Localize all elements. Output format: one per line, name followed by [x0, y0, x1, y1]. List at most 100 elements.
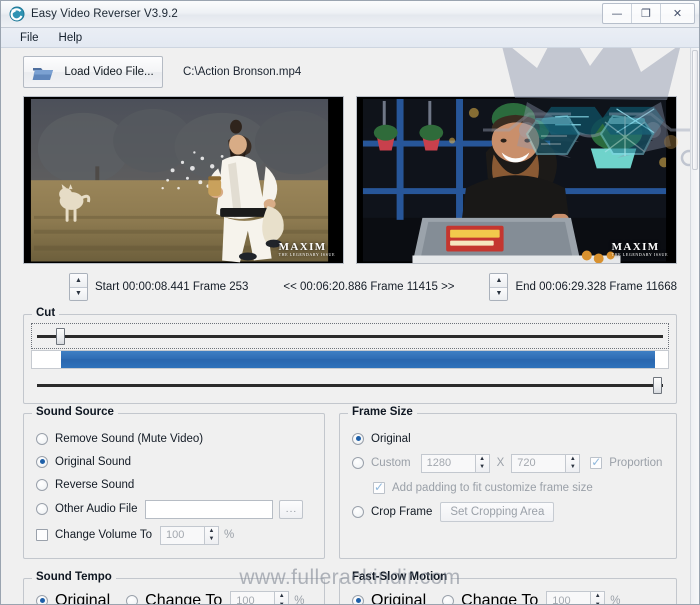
tempo-stepper-arrows[interactable]: ▲ ▼ [274, 591, 290, 604]
window-title: Easy Video Reverser V3.9.2 [31, 8, 178, 20]
tempo-stepper[interactable]: 100 ▲ ▼ [230, 591, 290, 604]
checkbox-proportion[interactable] [590, 455, 603, 469]
start-time-down-arrow[interactable]: ▼ [70, 287, 87, 300]
sound-source-option-reverse[interactable]: Reverse Sound [36, 473, 312, 496]
frame-size-option-original[interactable]: Original [352, 427, 664, 450]
radio-tempo-original[interactable] [36, 594, 48, 604]
title-bar: Easy Video Reverser V3.9.2 — ❐ ✕ [1, 1, 699, 28]
custom-height-up-arrow[interactable]: ▲ [566, 455, 579, 464]
vertical-scrollbar[interactable] [690, 48, 699, 604]
radio-crop-frame-label: Crop Frame [371, 506, 433, 518]
radio-crop-frame[interactable] [352, 506, 364, 518]
start-time-stepper[interactable]: ▲ ▼ [69, 273, 88, 301]
custom-width-stepper[interactable]: 1280 ▲ ▼ [420, 453, 490, 473]
end-time-up-arrow[interactable]: ▲ [490, 274, 508, 288]
browse-audio-file-button[interactable]: ... [279, 499, 304, 519]
motion-value[interactable]: 100 [546, 591, 591, 604]
set-cropping-area-button[interactable]: Set Cropping Area [440, 502, 555, 522]
end-time-stepper[interactable]: ▲ ▼ [489, 273, 509, 301]
radio-reverse-sound-label: Reverse Sound [55, 478, 135, 491]
cut-start-slider-thumb[interactable] [55, 328, 65, 345]
maximize-button[interactable]: ❐ [632, 4, 661, 23]
frame-size-option-custom[interactable]: Custom 1280 ▲ ▼ X 720 ▲ ▼ ✓ Proportion [352, 450, 664, 476]
radio-remove-sound-label: Remove Sound (Mute Video) [55, 432, 204, 445]
load-video-file-button[interactable]: Load Video File... [23, 56, 163, 88]
start-time-up-arrow[interactable]: ▲ [70, 274, 87, 288]
sound-source-legend: Sound Source [32, 406, 118, 418]
custom-width-arrows[interactable]: ▲ ▼ [474, 453, 490, 473]
loaded-file-path: C:\Action Bronson.mp4 [183, 66, 302, 78]
motion-stepper[interactable]: 100 ▲ ▼ [546, 591, 606, 604]
window-controls: — ❐ ✕ [602, 3, 695, 24]
vertical-scrollbar-thumb[interactable] [692, 50, 698, 170]
application-window: Easy Video Reverser V3.9.2 — ❐ ✕ File He… [0, 0, 700, 605]
custom-width-down-arrow[interactable]: ▼ [476, 463, 489, 472]
preview-start-image [24, 97, 343, 263]
custom-width-value[interactable]: 1280 [420, 453, 475, 473]
volume-up-arrow[interactable]: ▲ [205, 527, 218, 536]
cut-end-slider-track[interactable] [37, 384, 663, 387]
minimize-button[interactable]: — [603, 4, 632, 23]
radio-tempo-change[interactable] [126, 594, 139, 604]
motion-up-arrow[interactable]: ▲ [591, 592, 604, 601]
change-volume-row[interactable]: Change Volume To 100 ▲ ▼ % [36, 522, 312, 548]
add-padding-row[interactable]: Add padding to fit customize frame size [352, 476, 664, 499]
radio-tempo-original-label: Original [55, 591, 111, 605]
volume-stepper[interactable]: 100 ▲ ▼ [159, 525, 219, 545]
custom-height-arrows[interactable]: ▲ ▼ [565, 453, 581, 473]
checkbox-add-padding[interactable] [373, 480, 385, 494]
speed-options-row: Sound Tempo Original Change To 100 ▲ ▼ % [23, 569, 677, 605]
radio-motion-change-label: Change To [461, 591, 539, 605]
custom-height-value[interactable]: 720 [511, 453, 566, 473]
cut-range-progress-fill [60, 351, 656, 368]
motion-unit: % [610, 594, 621, 605]
cut-range-progress [31, 350, 669, 369]
maxim-watermark: MAXIM THE LEGENDARY ISSUE [279, 241, 335, 257]
custom-width-up-arrow[interactable]: ▲ [476, 455, 489, 464]
tempo-unit: % [294, 594, 305, 605]
sound-tempo-legend: Sound Tempo [32, 571, 116, 583]
cut-end-slider[interactable] [31, 376, 669, 394]
menu-help[interactable]: Help [50, 30, 92, 46]
change-volume-label: Change Volume To [55, 529, 152, 541]
volume-value[interactable]: 100 [159, 525, 204, 545]
frame-size-option-crop[interactable]: Crop Frame Set Cropping Area [352, 499, 664, 525]
radio-motion-original[interactable] [352, 594, 364, 604]
sound-source-option-original[interactable]: Original Sound [36, 450, 312, 473]
cut-legend: Cut [32, 307, 60, 319]
cut-end-slider-thumb[interactable] [652, 377, 662, 394]
end-time-down-arrow[interactable]: ▼ [490, 287, 508, 300]
radio-reverse-sound[interactable] [36, 478, 48, 491]
radio-frame-custom[interactable] [352, 457, 364, 469]
custom-height-down-arrow[interactable]: ▼ [566, 463, 579, 472]
maxim-watermark-sub: THE LEGENDARY ISSUE [611, 252, 668, 257]
preview-end-frame[interactable]: MAXIM THE LEGENDARY ISSUE [356, 96, 677, 264]
tempo-value[interactable]: 100 [230, 591, 275, 604]
sound-source-option-other-file[interactable]: Other Audio File ... [36, 496, 312, 522]
volume-stepper-arrows[interactable]: ▲ ▼ [203, 525, 219, 545]
current-frame-navigator[interactable]: << 00:06:20.886 Frame 11415 >> [283, 281, 454, 293]
volume-down-arrow[interactable]: ▼ [205, 535, 218, 544]
radio-frame-original[interactable] [352, 432, 364, 445]
motion-stepper-arrows[interactable]: ▲ ▼ [590, 591, 606, 604]
radio-original-sound[interactable] [36, 455, 48, 468]
tempo-down-arrow[interactable]: ▼ [275, 601, 288, 604]
radio-other-audio-file[interactable] [36, 503, 48, 515]
radio-motion-change[interactable] [442, 594, 455, 604]
sound-source-option-remove[interactable]: Remove Sound (Mute Video) [36, 427, 312, 450]
motion-down-arrow[interactable]: ▼ [591, 601, 604, 604]
tempo-up-arrow[interactable]: ▲ [275, 592, 288, 601]
transport-bar: ▲ ▼ Start 00:00:08.441 Frame 253 << 00:0… [1, 264, 699, 305]
other-audio-file-input[interactable] [145, 499, 274, 519]
checkbox-change-volume[interactable] [36, 529, 48, 541]
sound-source-groupbox: Sound Source Remove Sound (Mute Video) O… [23, 406, 325, 559]
radio-other-audio-file-label: Other Audio File [55, 503, 138, 515]
menu-file[interactable]: File [11, 30, 48, 46]
radio-remove-sound[interactable] [36, 432, 48, 445]
cut-start-slider-track[interactable] [37, 335, 663, 338]
cut-start-slider[interactable] [31, 323, 669, 349]
custom-height-stepper[interactable]: 720 ▲ ▼ [511, 453, 581, 473]
preview-start-frame[interactable]: MAXIM THE LEGENDARY ISSUE [23, 96, 344, 264]
close-button[interactable]: ✕ [661, 4, 694, 23]
radio-frame-custom-label: Custom [371, 457, 411, 469]
